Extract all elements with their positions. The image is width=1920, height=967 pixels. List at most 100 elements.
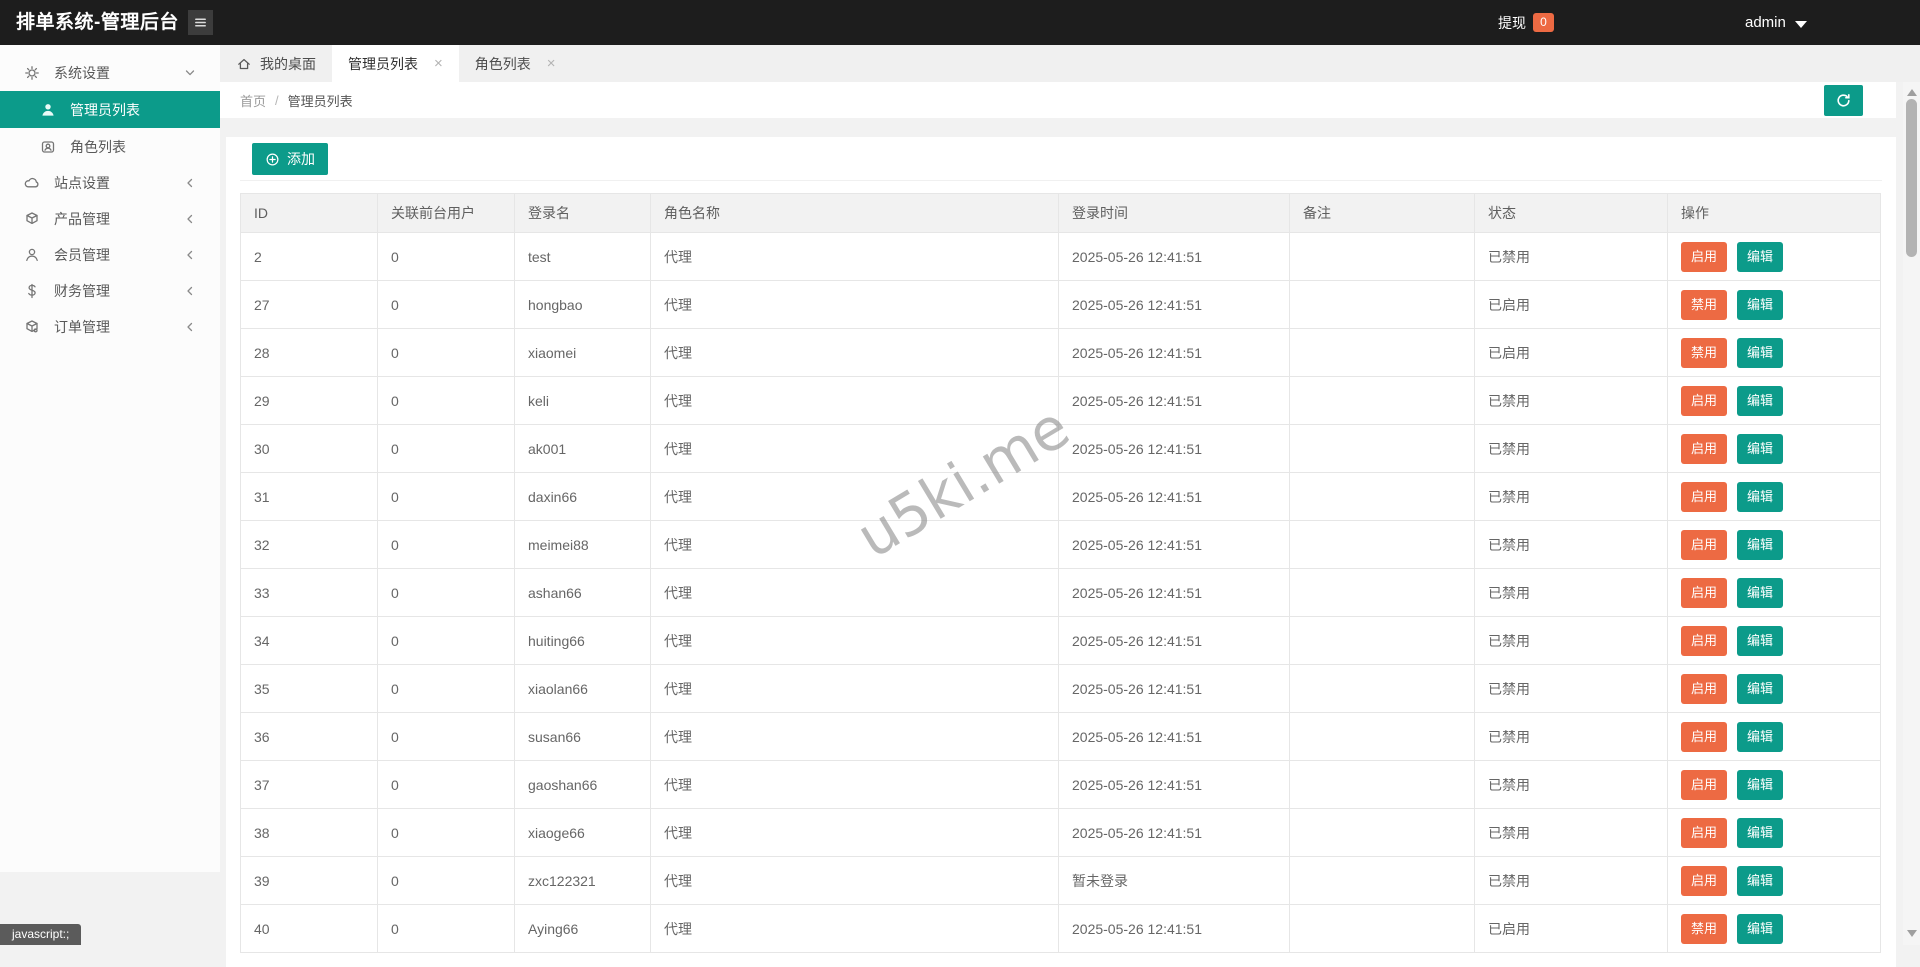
scroll-up-button[interactable] [1903,85,1920,99]
tab-角色列表[interactable]: 角色列表× [459,45,572,82]
edit-button[interactable]: 编辑 [1737,434,1783,464]
cell-login-time: 2025-05-26 12:41:51 [1059,569,1290,617]
column-header: 操作 [1668,194,1881,233]
table-row: 290keli代理2025-05-26 12:41:51已禁用启用编辑 [241,377,1881,425]
toggle-status-button[interactable]: 启用 [1681,386,1727,416]
cell-id: 34 [241,617,378,665]
scroll-down-icon [1907,930,1917,937]
sidebar-item-站点设置[interactable]: 站点设置 [0,165,220,201]
cell-id: 30 [241,425,378,473]
edit-button[interactable]: 编辑 [1737,818,1783,848]
cell-login-time: 2025-05-26 12:41:51 [1059,329,1290,377]
toggle-status-button[interactable]: 启用 [1681,482,1727,512]
refresh-icon [1835,92,1852,109]
sidebar-item-会员管理[interactable]: 会员管理 [0,237,220,273]
content-card: 添加 ID关联前台用户登录名角色名称登录时间备注状态操作 20test代理202… [226,137,1896,967]
cell-login-name: hongbao [515,281,651,329]
cell-login-time: 2025-05-26 12:41:51 [1059,473,1290,521]
edit-button[interactable]: 编辑 [1737,626,1783,656]
edit-button[interactable]: 编辑 [1737,338,1783,368]
edit-button[interactable]: 编辑 [1737,770,1783,800]
close-icon[interactable]: × [547,56,556,71]
table-row: 320meimei88代理2025-05-26 12:41:51已禁用启用编辑 [241,521,1881,569]
sidebar-item-label: 产品管理 [54,209,110,229]
chevron-left-icon [182,175,198,191]
cell-login-name: ashan66 [515,569,651,617]
cell-id: 2 [241,233,378,281]
withdraw-count-badge: 0 [1533,13,1554,32]
edit-button[interactable]: 编辑 [1737,722,1783,752]
close-icon[interactable]: × [434,56,443,71]
toggle-status-button[interactable]: 启用 [1681,722,1727,752]
toggle-status-button[interactable]: 启用 [1681,530,1727,560]
cell-actions: 启用编辑 [1668,857,1881,905]
cell-role: 代理 [651,329,1059,377]
edit-button[interactable]: 编辑 [1737,530,1783,560]
table-row: 20test代理2025-05-26 12:41:51已禁用启用编辑 [241,233,1881,281]
sidebar-item-label: 会员管理 [54,245,110,265]
column-header: 关联前台用户 [378,194,515,233]
edit-button[interactable]: 编辑 [1737,290,1783,320]
tab-label: 管理员列表 [348,54,418,74]
withdraw-label: 提现 [1498,13,1526,33]
toggle-status-button[interactable]: 启用 [1681,866,1727,896]
sidebar-item-系统设置[interactable]: 系统设置 [0,55,220,91]
toggle-status-button[interactable]: 启用 [1681,626,1727,656]
cell-actions: 禁用编辑 [1668,281,1881,329]
username: admin [1745,14,1786,31]
cell-role: 代理 [651,377,1059,425]
sidebar-toggle-button[interactable] [188,10,213,35]
cell-role: 代理 [651,713,1059,761]
cell-front-user: 0 [378,569,515,617]
user-menu[interactable]: admin [1745,0,1807,45]
toggle-status-button[interactable]: 禁用 [1681,338,1727,368]
sidebar-item-产品管理[interactable]: 产品管理 [0,201,220,237]
edit-button[interactable]: 编辑 [1737,578,1783,608]
edit-button[interactable]: 编辑 [1737,674,1783,704]
sidebar-item-财务管理[interactable]: 财务管理 [0,273,220,309]
cell-login-time: 暂未登录 [1059,857,1290,905]
refresh-button[interactable] [1824,85,1863,116]
cell-front-user: 0 [378,665,515,713]
sidebar-item-订单管理[interactable]: 订单管理 [0,309,220,345]
finance-icon [22,283,42,299]
cell-status: 已禁用 [1475,569,1668,617]
sidebar-item-管理员列表[interactable]: 管理员列表 [0,91,220,128]
cell-remark [1290,377,1475,425]
toggle-status-button[interactable]: 禁用 [1681,290,1727,320]
toggle-status-button[interactable]: 启用 [1681,578,1727,608]
add-button[interactable]: 添加 [252,143,328,175]
toggle-status-button[interactable]: 启用 [1681,770,1727,800]
toggle-status-button[interactable]: 启用 [1681,818,1727,848]
toggle-status-button[interactable]: 启用 [1681,434,1727,464]
scroll-down-button[interactable] [1903,926,1920,940]
toggle-status-button[interactable]: 启用 [1681,674,1727,704]
sidebar-item-label: 管理员列表 [70,100,140,120]
sidebar-item-角色列表[interactable]: 角色列表 [0,128,220,165]
edit-button[interactable]: 编辑 [1737,866,1783,896]
edit-button[interactable]: 编辑 [1737,242,1783,272]
tab-管理员列表[interactable]: 管理员列表 × [332,45,459,82]
cell-front-user: 0 [378,329,515,377]
site-icon [22,175,42,191]
breadcrumb-home-link[interactable]: 首页 [240,91,266,110]
withdraw-link[interactable]: 提现 0 [1498,0,1554,45]
cell-front-user: 0 [378,857,515,905]
cell-status: 已禁用 [1475,521,1668,569]
app-header: 排单系统-管理后台 提现 0 admin [0,0,1920,45]
vertical-scrollbar[interactable] [1903,82,1920,945]
toggle-status-button[interactable]: 启用 [1681,242,1727,272]
cell-remark [1290,665,1475,713]
cell-id: 33 [241,569,378,617]
toggle-status-button[interactable]: 禁用 [1681,914,1727,944]
sidebar-item-label: 系统设置 [54,63,110,83]
breadcrumb-current: 管理员列表 [288,91,353,110]
edit-button[interactable]: 编辑 [1737,482,1783,512]
cell-remark [1290,905,1475,953]
edit-button[interactable]: 编辑 [1737,914,1783,944]
table-row: 350xiaolan66代理2025-05-26 12:41:51已禁用启用编辑 [241,665,1881,713]
tab-我的桌面[interactable]: 我的桌面 [220,45,332,82]
scrollbar-thumb[interactable] [1906,99,1917,257]
edit-button[interactable]: 编辑 [1737,386,1783,416]
cell-actions: 启用编辑 [1668,425,1881,473]
